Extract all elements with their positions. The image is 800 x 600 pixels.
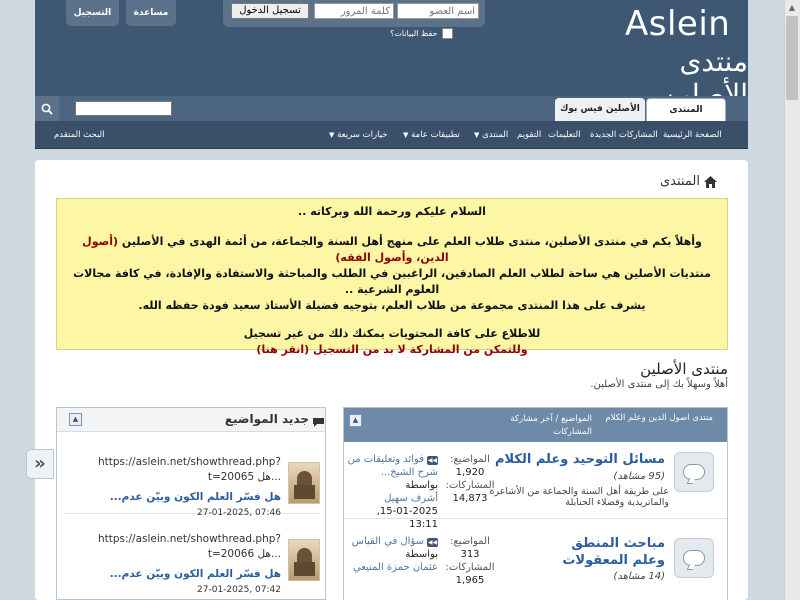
collapse-widget-button[interactable]: ▲ <box>69 413 82 426</box>
notice-line: للاطلاع على كافة المحتويات يمكنك ذلك من … <box>243 327 541 340</box>
list-item: https://aslein.net/showthread.php? t=200… <box>65 533 320 595</box>
login-button[interactable]: تسجيل الدخول <box>231 3 309 19</box>
last-post-by: بواسطة <box>405 549 438 560</box>
last-post-user[interactable]: عثمان حمزة المنيعي <box>353 562 438 573</box>
search-input[interactable] <box>75 101 172 116</box>
last-post-date: 15-01-2025, 13:11 <box>376 506 438 530</box>
topic-url[interactable]: https://aslein.net/showthread.php? <box>98 456 281 468</box>
table-header: منتدى اصول الدين وعلم الكلام المواضيع / … <box>344 408 727 442</box>
forum-table: منتدى اصول الدين وعلم الكلام المواضيع / … <box>343 407 728 600</box>
last-post-by: بواسطة <box>405 480 438 491</box>
remember-me[interactable]: حفظ البيانات؟ <box>390 28 453 39</box>
topic-url-cont[interactable]: t=20066 هل... <box>208 548 281 560</box>
last-post-title[interactable]: فوائد وتعليقات من شرح الشيخ... <box>348 454 438 478</box>
list-item: https://aslein.net/showthread.php? t=200… <box>65 456 320 518</box>
table-row: مسائل التوحيد وعلم الكلام (95 مشاهد) على… <box>344 443 727 530</box>
scroll-up-icon[interactable]: ▲ <box>784 0 800 15</box>
register-button[interactable]: التسجيل <box>66 0 119 26</box>
forum-viewers: (95 مشاهد) <box>613 471 665 482</box>
tab-facebook[interactable]: الأصلين فيس بوك <box>555 98 645 121</box>
search-button[interactable] <box>35 96 59 121</box>
forum-description: على طريقة أهل السنة والجماعة من الأشاعرة… <box>489 486 669 508</box>
forum-viewers: (14 مشاهد) <box>613 571 665 582</box>
new-topics-widget: جديد المواضيع ▲ https://aslein.net/showt… <box>56 407 326 600</box>
help-button[interactable]: مساعدة <box>126 0 176 26</box>
chevron-down-icon: ▼ <box>403 131 409 139</box>
breadcrumb-forum[interactable]: المنتدى <box>660 174 700 189</box>
topic-title-link[interactable]: هل فسّر العلم الكون وبيّن عدم... <box>110 491 281 503</box>
welcome-notice: السلام عليكم ورحمة الله وبركاته .. وأهلا… <box>56 198 728 356</box>
subnav-forum-label: المنتدى <box>482 130 509 140</box>
avatar[interactable] <box>288 462 320 504</box>
subnav-forum-menu[interactable]: المنتدى ▼ <box>474 130 508 140</box>
widget-header: جديد المواضيع ▲ <box>57 408 325 432</box>
notice-line: منتديات الأصلين هي ساحة لطلاب العلم الصا… <box>73 267 711 296</box>
subnav-quick-label: خيارات سريعة <box>337 130 388 140</box>
forum-status-icon <box>674 538 714 578</box>
page-title: منتدى الأصلين <box>640 360 728 378</box>
topic-title-link[interactable]: هل فسّر العلم الكون وبيّن عدم... <box>110 568 281 580</box>
chevron-down-icon: ▼ <box>474 131 480 139</box>
logo-english[interactable]: Aslein <box>625 4 730 44</box>
register-link[interactable]: وللتمكن من المشاركة لا بد من التسجيل (ان… <box>57 342 727 358</box>
advanced-search-link[interactable]: البحث المتقدم <box>54 130 105 140</box>
remember-label: حفظ البيانات؟ <box>390 29 438 38</box>
breadcrumb: المنتدى <box>660 174 717 189</box>
topic-date: 27-01-2025, 07:46 <box>197 508 281 518</box>
topic-url[interactable]: https://aslein.net/showthread.php? <box>98 533 281 545</box>
tab-forum[interactable]: المنتدى <box>646 98 726 121</box>
page-subtitle: أهلاً وسهلاً بك إلى منتدى الأصلين. <box>590 379 728 390</box>
search-icon <box>41 103 53 115</box>
last-post-title[interactable]: سؤال في القياس <box>352 536 424 547</box>
last-post: ◀◀فوائد وتعليقات من شرح الشيخ... بواسطة … <box>346 453 438 531</box>
subnav-faq[interactable]: التعليمات <box>548 130 581 140</box>
subnav-apps-menu[interactable]: تطبيقات عامة ▼ <box>403 130 460 140</box>
last-post: ◀◀سؤال في القياس بواسطة عثمان حمزة المني… <box>346 535 438 574</box>
forum-title-link[interactable]: مسائل التوحيد وعلم الكلام <box>485 452 665 467</box>
password-input[interactable] <box>314 3 394 19</box>
topic-url-cont[interactable]: t=20065 هل... <box>208 471 281 483</box>
subnav-new-posts[interactable]: المشاركات الجديدة <box>590 130 658 140</box>
forum-status-icon <box>674 452 714 492</box>
header-stats: المواضيع / آخر مشاركة المشاركات <box>510 414 592 437</box>
home-icon[interactable] <box>703 175 717 188</box>
table-row: مباحث المنطق وعلم المعقولات (14 مشاهد) ا… <box>344 529 727 600</box>
widget-title: جديد المواضيع <box>224 412 309 426</box>
go-to-post-icon[interactable]: ◀◀ <box>427 538 438 547</box>
chat-icon <box>311 413 325 427</box>
notice-line: السلام عليكم ورحمة الله وبركاته .. <box>298 205 486 218</box>
username-input[interactable] <box>397 3 479 19</box>
collapse-sidebar-button[interactable]: « <box>26 449 54 479</box>
subnav-apps-label: تطبيقات عامة <box>411 130 460 140</box>
subnav-calendar[interactable]: التقويم <box>517 130 541 140</box>
forum-title-link[interactable]: مباحث المنطق وعلم المعقولات <box>545 535 665 569</box>
forum-stats: المواضيع: 313 المشاركات: 1,965 <box>445 536 495 586</box>
scrollbar-thumb[interactable] <box>786 16 798 100</box>
topic-date: 27-01-2025, 07:42 <box>197 585 281 595</box>
last-post-user[interactable]: أشرف سهيل <box>384 493 438 504</box>
login-box: تسجيل الدخول <box>223 0 485 27</box>
collapse-table-button[interactable]: ▲ <box>349 414 362 427</box>
header-forum-name: منتدى اصول الدين وعلم الكلام <box>605 413 713 423</box>
forum-stats: المواضيع: 1,920 المشاركات: 14,873 <box>445 454 495 504</box>
site-header: Aslein منتدى الأصلين التسجيل مساعدة تسجي… <box>35 0 748 111</box>
notice-line: وأهلاً بكم في منتدى الأصلين، منتدى طلاب … <box>82 235 702 264</box>
go-to-post-icon[interactable]: ◀◀ <box>427 456 438 465</box>
subnav-home[interactable]: الصفحة الرئيسية <box>663 130 722 140</box>
remember-checkbox[interactable] <box>441 28 453 39</box>
subnav-quick-menu[interactable]: خيارات سريعة ▼ <box>329 130 388 140</box>
avatar[interactable] <box>288 539 320 581</box>
chevron-down-icon: ▼ <box>329 131 335 139</box>
notice-line: يشرف على هذا المنتدى مجموعة من طلاب العل… <box>138 299 646 312</box>
